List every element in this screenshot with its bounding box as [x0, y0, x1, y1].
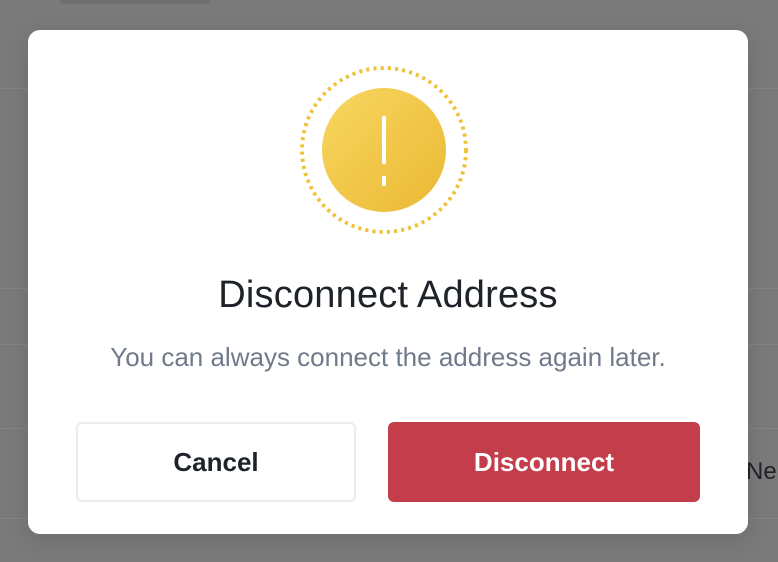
disconnect-button[interactable]: Disconnect [388, 422, 700, 502]
exclamation-warning-icon [300, 66, 468, 234]
background-peek-text: Ne [746, 458, 777, 485]
background-heading-placeholder [60, 0, 210, 4]
disconnect-address-dialog: Disconnect Address You can always connec… [28, 30, 748, 534]
dialog-message: You can always connect the address again… [110, 342, 666, 372]
dialog-title: Disconnect Address [218, 274, 558, 316]
cancel-button[interactable]: Cancel [76, 422, 356, 502]
